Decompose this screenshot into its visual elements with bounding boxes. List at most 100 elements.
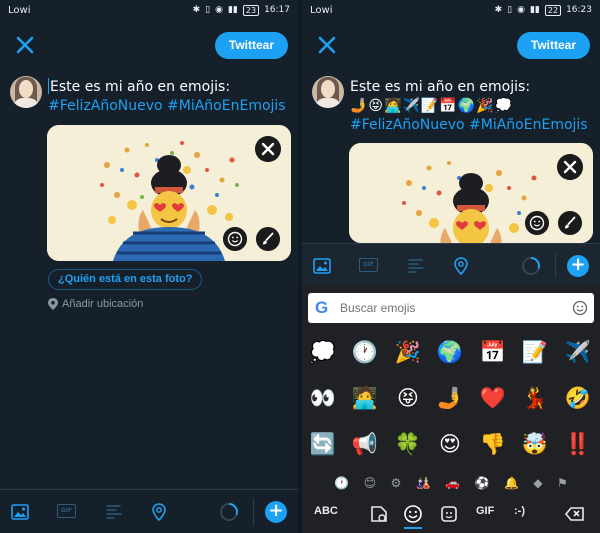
tag-people-button[interactable]: ¿Quién está en esta foto? [48,269,203,290]
sticker-icon[interactable] [525,211,549,235]
emoji-key[interactable]: 📝 [514,331,556,373]
emoji-key[interactable]: 😍 [429,423,471,465]
poll-icon[interactable] [406,256,426,276]
sticker-icon[interactable] [438,503,460,525]
category-recent-icon[interactable]: 🕐 [334,476,349,490]
vibrate-icon: ▯ [507,5,513,15]
gif-icon[interactable]: GIF [359,258,378,272]
category-symbols-icon[interactable]: ◆ [533,476,542,490]
emoji-key[interactable]: 🤯 [514,423,556,465]
category-nature-icon[interactable]: ⚙ [391,476,402,490]
avatar [10,76,42,108]
remove-image-icon[interactable] [557,154,583,180]
year-in-emoji-illustration [349,143,593,243]
carrier-label: Lowi [8,4,31,16]
category-objects-icon[interactable]: 🔔 [504,476,519,490]
toolbar-divider [555,252,556,278]
emoji-key[interactable]: 🤳 [429,377,471,419]
emoji-key[interactable]: 🕐 [344,331,386,373]
compose-screen-right: Lowi ✱ ▯ ◉ ▮▮ 22 16:23 Twittear Este es … [302,0,600,533]
poll-icon[interactable] [104,502,124,522]
avatar [312,76,344,108]
emoji-key[interactable]: 🍀 [387,423,429,465]
location-pin-icon[interactable] [149,502,169,522]
battery-icon: 22 [544,4,562,16]
gif-icon[interactable]: GIF [57,504,76,518]
hashtags: #FelizAñoNuevo #MiAñoEnEmojis [350,117,588,133]
clock-time: 16:17 [264,5,290,15]
brush-icon[interactable] [558,211,582,235]
google-logo: G [315,298,329,317]
category-activities-icon[interactable]: ⚽ [475,476,490,490]
carrier-label: Lowi [310,4,333,16]
emoji-tab-icon[interactable] [402,503,424,525]
vibrate-icon: ▯ [205,5,211,15]
eye-icon: ◉ [517,5,525,15]
emoji-key[interactable]: ‼️ [557,423,599,465]
location-pin-icon[interactable] [451,256,471,276]
category-travel-icon[interactable]: 🚗 [445,476,460,490]
compose-header: Twittear [302,20,600,70]
emoji-key[interactable]: ✈️ [557,331,599,373]
sticker-icon[interactable] [223,227,247,251]
bluetooth-icon: ✱ [192,5,201,15]
emoji-key[interactable]: 🔄 [302,423,344,465]
close-icon[interactable] [12,32,38,58]
eye-icon: ◉ [215,5,223,15]
status-icons: ✱ ▯ ◉ ▮▮ 22 16:23 [495,4,592,16]
gif-tab[interactable]: GIF [476,505,494,517]
tweet-button[interactable]: Twittear [214,32,288,59]
emoji-key[interactable]: 👀 [302,377,344,419]
emoji-sequence: 🤳😝🧑‍💻✈️📝📅🌍🎉💭 [350,98,514,114]
emoji-key[interactable]: 📅 [472,331,514,373]
emoji-keyboard: G Buscar emojis 💭 🕐 🎉 🌍 📅 📝 ✈️ 👀 🧑‍💻 😝 🤳… [302,285,600,533]
progress-ring-icon [522,257,540,275]
location-pin-icon [48,298,58,310]
keyboard-bottom-row: ABC GIF :-) [302,497,600,533]
category-flags-icon[interactable]: ⚑ [557,476,568,490]
close-icon[interactable] [314,32,340,58]
text-cursor [48,78,49,94]
active-tab-indicator [404,527,422,529]
emoji-search-placeholder: Buscar emojis [340,301,416,315]
add-location-link[interactable]: Añadir ubicación [48,298,143,310]
emoji-key[interactable]: 🧑‍💻 [344,377,386,419]
emoji-search-input[interactable]: G Buscar emojis [308,293,594,323]
add-tweet-button[interactable]: + [265,501,287,523]
emoji-key[interactable]: 😝 [387,377,429,419]
emoji-key[interactable]: 🌍 [429,331,471,373]
signal-icon: ▮▮ [227,5,238,15]
category-smileys-icon[interactable]: 😊 [364,476,377,490]
emoji-key[interactable]: 📢 [344,423,386,465]
attached-image[interactable] [47,125,291,261]
clock-time: 16:23 [566,5,592,15]
emoticon-tab[interactable]: :-) [514,505,525,517]
emoji-key[interactable]: 💃 [514,377,556,419]
tweet-text-input[interactable]: Este es mi año en emojis: 🤳😝🧑‍💻✈️📝📅🌍🎉💭 #… [350,78,588,135]
brush-icon[interactable] [256,227,280,251]
compose-toolbar: GIF + [302,243,600,285]
emoji-key[interactable]: 👎 [472,423,514,465]
image-icon[interactable] [312,256,332,276]
emoji-key[interactable]: 🎉 [387,331,429,373]
backspace-icon[interactable] [564,503,586,525]
emoji-key[interactable]: 🤣 [557,377,599,419]
compose-screen-left: Lowi ✱ ▯ ◉ ▮▮ 23 16:17 Twittear Este es … [0,0,298,533]
emoji-key[interactable]: 💭 [302,331,344,373]
remove-image-icon[interactable] [255,136,281,162]
tweet-button[interactable]: Twittear [516,32,590,59]
progress-ring-icon [220,503,238,521]
abc-key[interactable]: ABC [314,505,338,517]
hashtags: #FelizAñoNuevo #MiAñoEnEmojis [48,98,286,114]
tweet-text-input[interactable]: Este es mi año en emojis: #FelizAñoNuevo… [48,78,286,116]
smiley-icon[interactable] [572,300,588,316]
emoji-category-bar: 🕐 😊 ⚙ 🎎 🚗 ⚽ 🔔 ◆ ⚑ [302,473,600,493]
status-icons: ✱ ▯ ◉ ▮▮ 23 16:17 [192,4,290,16]
image-icon[interactable] [10,502,30,522]
category-people-icon[interactable]: 🎎 [416,476,431,490]
compose-header: Twittear [0,20,298,70]
sticker-search-icon[interactable] [368,503,390,525]
add-tweet-button[interactable]: + [567,255,589,277]
emoji-key[interactable]: ❤️ [472,377,514,419]
attached-image[interactable] [349,143,593,243]
